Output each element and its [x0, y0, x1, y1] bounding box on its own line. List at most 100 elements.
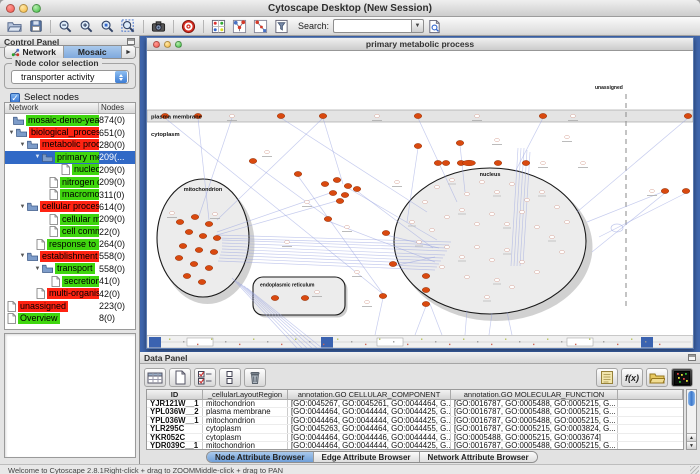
graph-node[interactable]	[535, 270, 540, 273]
graph-node[interactable]	[540, 190, 545, 193]
node-color-dropdown[interactable]: transporter activity	[11, 70, 129, 84]
graph-node[interactable]	[485, 295, 490, 298]
tree-row[interactable]: nucleobase-209(0)	[5, 164, 135, 176]
open-icon[interactable]	[4, 18, 25, 35]
graph-node[interactable]	[277, 113, 285, 118]
camera-icon[interactable]	[148, 18, 169, 35]
scrollbar-thumb[interactable]	[688, 391, 695, 406]
tree-row[interactable]: cellular metabol209(0)	[5, 213, 135, 225]
table-scrollbar[interactable]: ▲ ▼	[686, 389, 697, 450]
graph-node[interactable]	[170, 211, 175, 214]
graph-node[interactable]	[353, 186, 361, 191]
graph-node[interactable]	[434, 160, 442, 165]
tree-row[interactable]: cell communicat22(0)	[5, 226, 135, 238]
graph-node[interactable]	[475, 114, 480, 117]
graph-node[interactable]	[195, 247, 203, 252]
expand-arrow-icon[interactable]: ▼	[7, 130, 16, 136]
tree-row[interactable]: ▼biological_process651(0)	[5, 126, 135, 138]
graph-node[interactable]	[379, 293, 387, 298]
graph-node[interactable]	[305, 200, 310, 203]
graph-node[interactable]	[475, 222, 480, 225]
float-data-panel-icon[interactable]	[688, 354, 696, 361]
graph-node[interactable]	[490, 258, 495, 261]
node-appearance-grid-icon[interactable]	[208, 18, 229, 35]
graph-node[interactable]	[465, 192, 470, 195]
help-lifering-icon[interactable]	[178, 18, 199, 35]
attribute-table-icon[interactable]	[144, 368, 166, 387]
graph-node[interactable]	[205, 265, 213, 270]
resize-grip[interactable]	[690, 466, 699, 474]
graph-node[interactable]	[650, 189, 655, 192]
graph-node[interactable]	[365, 300, 370, 303]
graph-node[interactable]	[319, 113, 327, 118]
birds-eye-view[interactable]	[4, 333, 136, 458]
graph-node[interactable]	[198, 279, 206, 284]
graph-node[interactable]	[336, 198, 344, 203]
graph-node[interactable]	[430, 228, 435, 231]
graph-node[interactable]	[684, 113, 692, 118]
vizmapper-network-2-icon[interactable]	[250, 18, 271, 35]
table-row[interactable]: YPL036W__1mitochondrion[GO:0044464, GO:0…	[147, 417, 683, 425]
graph-node[interactable]	[265, 150, 270, 153]
graph-node[interactable]	[294, 171, 302, 176]
graph-node[interactable]	[213, 235, 221, 240]
tree-row[interactable]: mosaic-demo-yeast874(0)	[5, 114, 135, 126]
graph-node[interactable]	[505, 222, 510, 225]
graph-node[interactable]	[175, 255, 183, 260]
graph-node[interactable]	[333, 177, 341, 182]
graph-node[interactable]	[490, 212, 495, 215]
zoom-fit-icon[interactable]	[118, 18, 139, 35]
graph-node[interactable]	[344, 183, 352, 188]
tree-column-nodes[interactable]: Nodes	[99, 103, 135, 113]
scroll-up-icon[interactable]: ▲	[687, 433, 696, 441]
expand-arrow-icon[interactable]: ▼	[33, 266, 42, 272]
graph-node[interactable]	[495, 278, 500, 281]
tree-row[interactable]: macromolecule311(0)	[5, 188, 135, 200]
graph-node[interactable]	[510, 285, 515, 288]
graph-node[interactable]	[213, 212, 218, 215]
graph-node[interactable]	[555, 205, 560, 208]
table-row[interactable]: YKR052Ccytoplasm[GO:0044464, GO:0044446,…	[147, 434, 683, 442]
graph-node[interactable]	[185, 229, 193, 234]
graph-node[interactable]	[321, 181, 329, 186]
tab-node-attribute-browser[interactable]: Node Attribute Browser	[207, 452, 314, 462]
notes-icon[interactable]	[596, 368, 618, 387]
tab-network-attribute-browser[interactable]: Network Attribute Browser	[420, 452, 537, 462]
graph-node[interactable]	[480, 180, 485, 183]
graph-node[interactable]	[395, 180, 400, 183]
graph-node[interactable]	[581, 161, 586, 164]
table-row[interactable]: YLR295Ccytoplasm[GO:0045263, GO:0044464,…	[147, 425, 683, 433]
graph-node[interactable]	[463, 160, 476, 166]
zoom-selected-icon[interactable]	[97, 18, 118, 35]
import-attributes-icon[interactable]	[646, 368, 668, 387]
tree-row[interactable]: Overview8(0)	[5, 312, 135, 324]
graph-node[interactable]	[382, 230, 390, 235]
tree-row[interactable]: ▼transport558(0)	[5, 263, 135, 275]
graph-node[interactable]	[520, 210, 525, 213]
more-tabs-arrow-icon[interactable]: ►	[122, 46, 135, 58]
graph-node[interactable]	[510, 182, 515, 185]
graph-node[interactable]	[495, 138, 500, 141]
table-row[interactable]: YPL036W__2plasma membrane[GO:0044464, GO…	[147, 408, 683, 416]
graph-node[interactable]	[410, 220, 415, 223]
graph-node[interactable]	[210, 249, 218, 254]
graph-node[interactable]	[301, 295, 309, 300]
graph-node[interactable]	[176, 219, 184, 224]
tree-column-network[interactable]: Network	[5, 103, 99, 113]
graph-node[interactable]	[520, 260, 525, 263]
network-canvas[interactable]: plasma membrane cytoplasm mitochondrion …	[147, 52, 693, 348]
graph-node[interactable]	[440, 265, 445, 268]
expand-arrow-icon[interactable]: ▼	[18, 253, 27, 259]
graph-node[interactable]	[565, 220, 570, 223]
graph-node[interactable]	[460, 208, 465, 211]
graph-node[interactable]	[324, 216, 332, 221]
graph-node[interactable]	[389, 261, 397, 266]
tree-row[interactable]: secretion41(0)	[5, 275, 135, 287]
tab-edge-attribute-browser[interactable]: Edge Attribute Browser	[314, 452, 420, 462]
graph-node[interactable]	[285, 240, 290, 243]
tree-row[interactable]: unassigned223(0)	[5, 300, 135, 312]
select-nodes-checkbox[interactable]: ✓	[10, 93, 20, 103]
graph-node[interactable]	[539, 113, 547, 118]
graph-node[interactable]	[522, 160, 530, 165]
column-header[interactable]: ID	[147, 390, 203, 399]
